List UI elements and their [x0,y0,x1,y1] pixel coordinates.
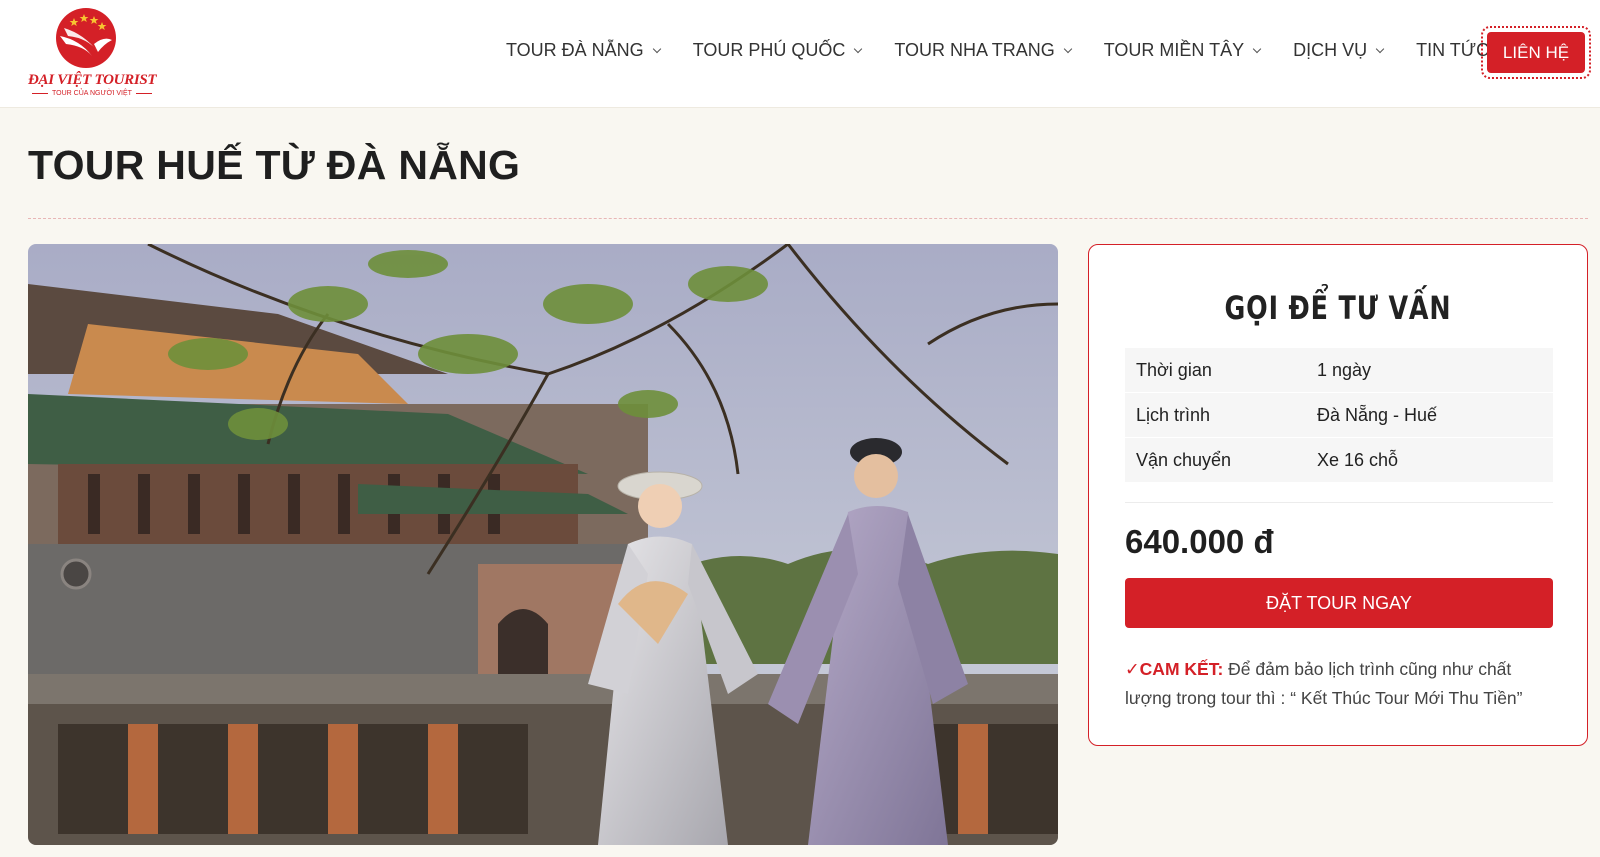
booking-heading: GỌI ĐỂ TƯ VẤN [1224,289,1452,327]
nav-item-tour-da-nang[interactable]: TOUR ĐÀ NẴNG [506,40,661,61]
info-key: Vận chuyển [1136,449,1232,470]
site-header: ĐẠI VIỆT TOURIST TOUR CỦA NGƯỜI VIỆT TOU… [0,0,1600,108]
contact-button[interactable]: LIÊN HỆ [1481,26,1591,79]
brand-name: ĐẠI VIỆT TOURIST [28,72,157,88]
nav-item-tour-phu-quoc[interactable]: TOUR PHÚ QUỐC [692,40,863,61]
table-row: Lịch trình Đà Nẵng - Huế [1125,393,1553,438]
tour-info-table: Thời gian 1 ngày Lịch trình Đà Nẵng - Hu… [1125,348,1553,483]
main-nav: TOUR ĐÀ NẴNG TOUR PHÚ QUỐC TOUR NHA TRAN… [506,40,1538,61]
commitment-note: ✓CAM KẾT: Để đảm bảo lịch trình cũng như… [1125,655,1553,713]
tour-price: 640.000 đ [1125,523,1274,560]
info-value: Đà Nẵng - Huế [1317,404,1438,425]
info-value: 1 ngày [1317,359,1372,380]
brand-tagline: TOUR CỦA NGƯỜI VIỆT [28,90,154,97]
commitment-label: ✓CAM KẾT: [1125,659,1224,679]
nav-item-tour-nha-trang[interactable]: TOUR NHA TRANG [894,40,1072,61]
tour-hero-image [28,244,1058,845]
page-title: TOUR HUẾ TỪ ĐÀ NẴNG [28,142,521,188]
logo-emblem-icon [56,8,116,68]
booking-card: GỌI ĐỂ TƯ VẤN Thời gian 1 ngày Lịch trìn… [1088,244,1588,746]
nav-item-label: TOUR NHA TRANG [894,40,1055,60]
nav-item-tour-mien-tay[interactable]: TOUR MIỀN TÂY [1103,40,1262,61]
nav-item-dich-vu[interactable]: DỊCH VỤ [1293,40,1385,61]
chevron-down-icon [1063,44,1072,53]
book-tour-button[interactable]: ĐẶT TOUR NGAY [1125,578,1553,628]
nav-item-label: TOUR ĐÀ NẴNG [506,40,644,60]
card-divider [1125,502,1553,503]
nav-item-label: TIN TỨC [1416,40,1490,60]
nav-item-label: TOUR PHÚ QUỐC [692,40,846,60]
chevron-down-icon [1252,44,1262,53]
contact-button-label: LIÊN HỆ [1487,32,1585,73]
brand-logo[interactable]: ĐẠI VIỆT TOURIST TOUR CỦA NGƯỜI VIỆT [24,6,157,100]
info-value: Xe 16 chỗ [1317,449,1399,470]
nav-item-label: TOUR MIỀN TÂY [1103,40,1245,60]
chevron-down-icon [1375,44,1385,53]
table-row: Vận chuyển Xe 16 chỗ [1125,438,1553,483]
info-key: Thời gian [1136,359,1212,380]
info-key: Lịch trình [1136,404,1211,425]
chevron-down-icon [652,44,661,53]
chevron-down-icon [854,44,863,53]
title-divider [28,218,1588,219]
nav-item-label: DỊCH VỤ [1293,40,1368,60]
table-row: Thời gian 1 ngày [1125,348,1553,393]
